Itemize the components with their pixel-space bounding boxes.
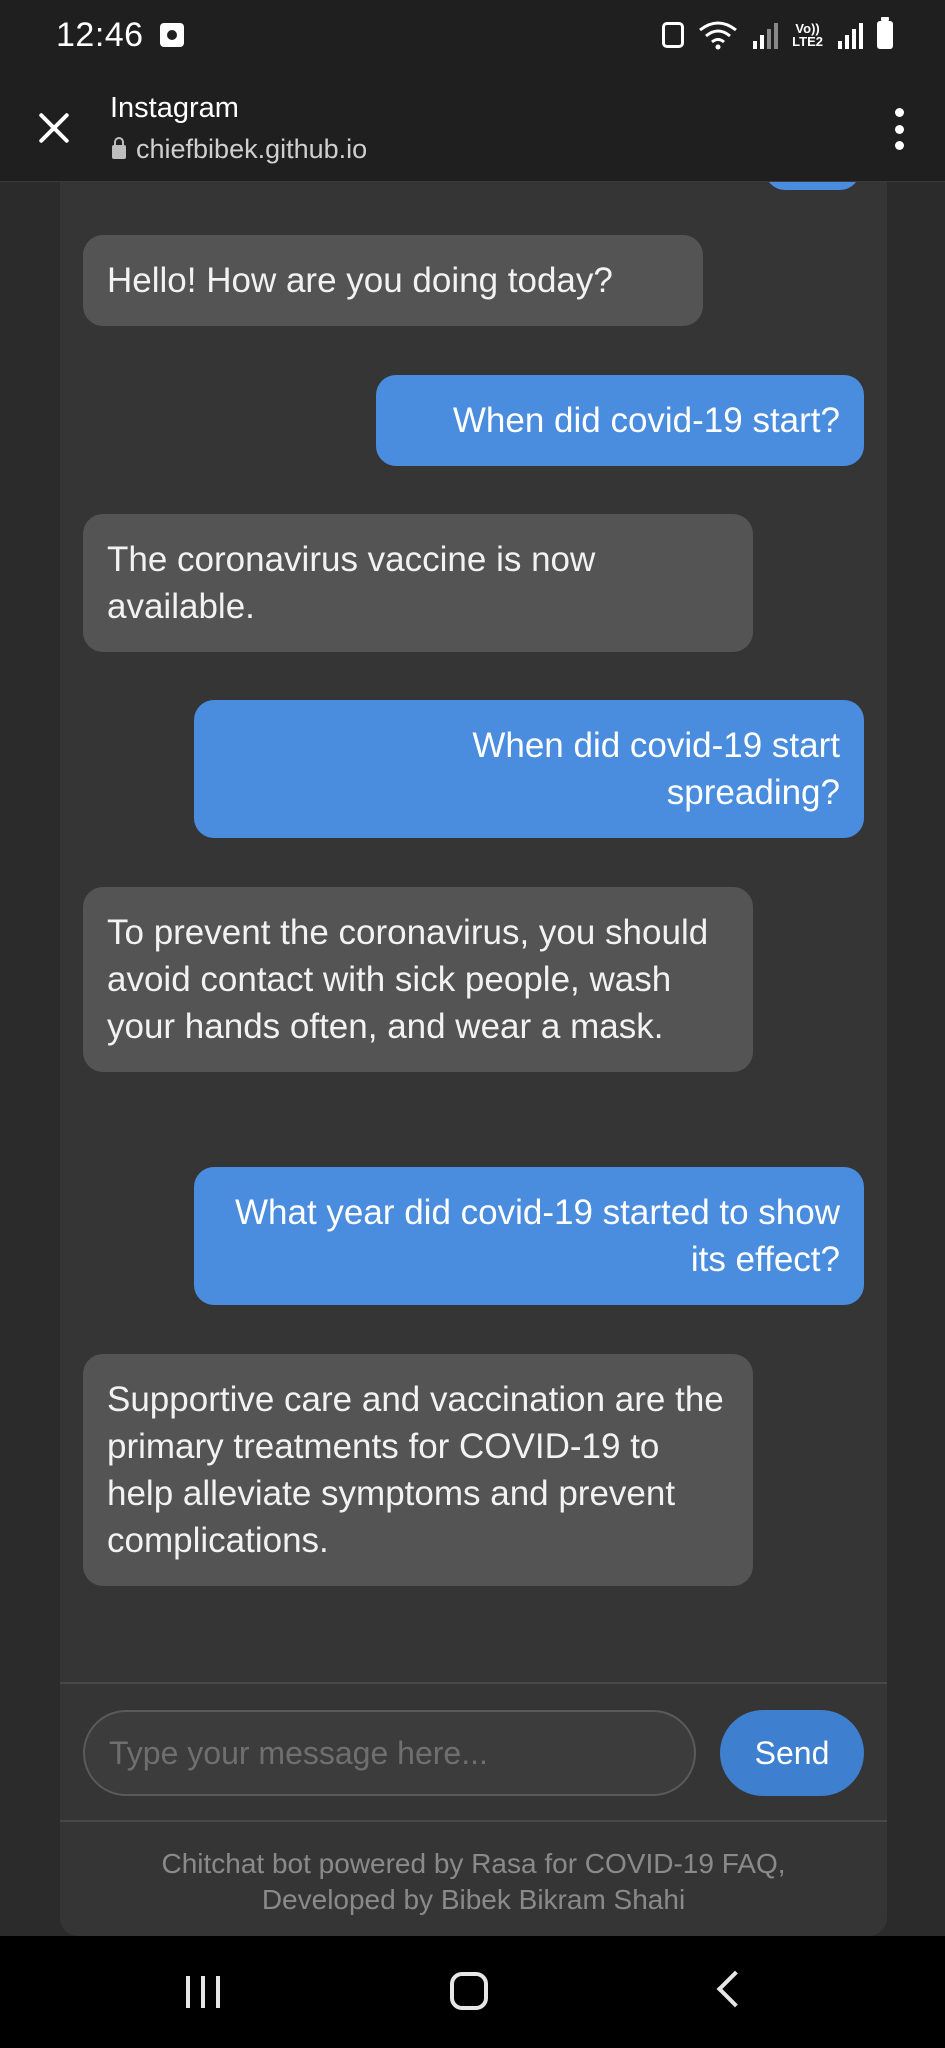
previous-user-bubble-partial — [765, 182, 860, 190]
message-composer: Send — [60, 1682, 887, 1822]
bot-message: To prevent the coronavirus, you should a… — [83, 887, 753, 1072]
signal-icon-2 — [837, 21, 863, 49]
message-list[interactable]: Hello! How are you doing today? When did… — [60, 182, 887, 1682]
bot-message: Hello! How are you doing today? — [83, 235, 703, 326]
data-saver-icon — [662, 22, 685, 48]
phone-screen: 12:46 Vo)) LTE2 Instagram chiefbibek.git… — [0, 0, 945, 2048]
system-nav-bar — [0, 1936, 945, 2048]
more-options-icon[interactable] — [893, 108, 905, 150]
footer-line-2: Developed by Bibek Bikram Shahi — [261, 1884, 686, 1915]
chat-panel: Hello! How are you doing today? When did… — [60, 182, 887, 1936]
bot-message: The coronavirus vaccine is now available… — [83, 514, 753, 652]
notification-icon — [159, 23, 184, 47]
message-input[interactable] — [83, 1710, 696, 1796]
browser-title: Instagram — [110, 92, 239, 124]
status-time: 12:46 — [56, 15, 144, 54]
footer-line-1: Chitchat bot powered by Rasa for COVID-1… — [161, 1848, 786, 1879]
user-message: What year did covid-19 started to show i… — [194, 1167, 864, 1305]
lock-icon — [112, 136, 126, 159]
lte-icon: Vo)) LTE2 — [792, 21, 823, 49]
close-icon[interactable] — [32, 106, 76, 150]
status-bar: 12:46 Vo)) LTE2 — [0, 0, 945, 70]
url-row: chiefbibek.github.io — [112, 134, 367, 165]
back-icon[interactable] — [716, 1970, 754, 2008]
home-icon[interactable] — [450, 1972, 488, 2010]
status-icons: Vo)) LTE2 — [662, 17, 893, 50]
bot-message: Supportive care and vaccination are the … — [83, 1354, 753, 1586]
browser-url: chiefbibek.github.io — [136, 134, 368, 164]
user-message: When did covid-19 start? — [376, 375, 864, 466]
signal-icon — [752, 21, 779, 49]
footer-credit: Chitchat bot powered by Rasa for COVID-1… — [60, 1846, 887, 1918]
send-button[interactable]: Send — [720, 1710, 864, 1796]
user-message: When did covid-19 start spreading? — [194, 700, 864, 838]
recents-icon[interactable] — [186, 1976, 220, 2008]
in-app-browser-header: Instagram chiefbibek.github.io — [0, 70, 945, 182]
battery-icon — [877, 17, 893, 49]
wifi-icon — [698, 20, 738, 50]
